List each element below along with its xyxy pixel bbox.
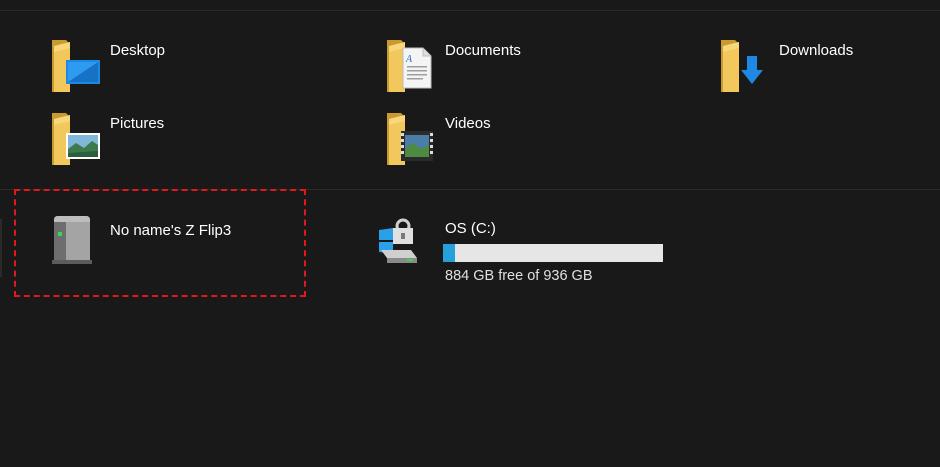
svg-text:A: A	[405, 54, 413, 65]
desktop-folder-icon	[52, 40, 100, 92]
drive-usage-fill	[443, 244, 456, 262]
drive-label: OS (C:)	[445, 220, 496, 237]
folder-label: Downloads	[779, 42, 854, 59]
drive-free-space: 884 GB free of 936 GB	[445, 268, 593, 284]
downloads-folder-icon	[721, 40, 763, 92]
windows-drive-lock-icon	[379, 218, 417, 263]
section-divider	[0, 189, 940, 190]
folder-label: Documents	[445, 42, 521, 59]
folder-label: Videos	[445, 115, 491, 132]
videos-folder-icon	[387, 113, 433, 165]
top-divider	[0, 10, 940, 11]
folder-label: Desktop	[110, 42, 166, 59]
documents-folder-icon: A	[387, 40, 432, 92]
portable-device-icon	[52, 216, 92, 264]
left-edge-marker	[0, 219, 2, 277]
pictures-folder-icon	[52, 113, 100, 165]
drive-usage-bar	[443, 244, 663, 262]
folder-label: Pictures	[110, 115, 165, 132]
device-label: No name's Z Flip3	[110, 222, 232, 239]
